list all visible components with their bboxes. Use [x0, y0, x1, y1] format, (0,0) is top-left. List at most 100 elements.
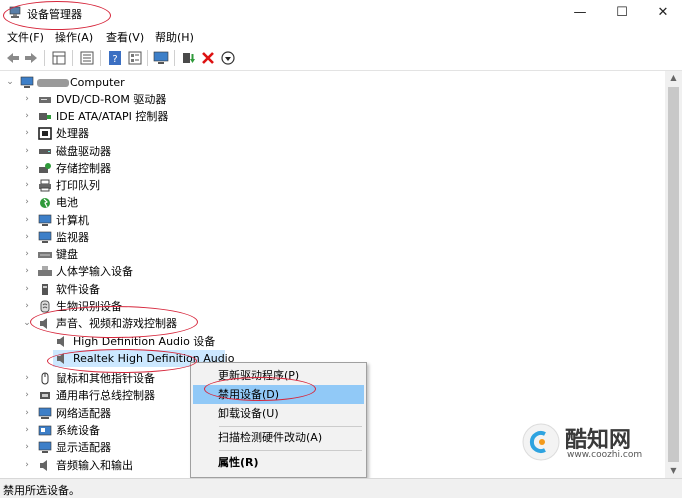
tree-item-software[interactable]: › 软件设备 — [0, 281, 260, 298]
menu-properties[interactable]: 属性(R) — [193, 453, 364, 472]
chevron-right-icon[interactable]: › — [22, 177, 32, 194]
svg-text:?: ? — [112, 54, 117, 65]
back-icon[interactable] — [5, 50, 21, 66]
tree-item-computer[interactable]: › 计算机 — [0, 212, 260, 229]
tree-item-label: 网络适配器 — [56, 407, 111, 420]
scroll-up-icon[interactable]: ▲ — [665, 71, 682, 85]
tree-root-label: Computer — [70, 76, 125, 89]
minimize-button[interactable]: — — [568, 4, 592, 22]
forward-icon[interactable] — [23, 50, 39, 66]
tree-item-label: IDE ATA/ATAPI 控制器 — [56, 110, 169, 123]
tree-item-hid[interactable]: › 人体学输入设备 — [0, 263, 260, 280]
tree-item-label: 磁盘驱动器 — [56, 145, 111, 158]
tree-item-label: 计算机 — [56, 214, 89, 227]
chevron-right-icon[interactable]: › — [22, 263, 32, 280]
uninstall-icon[interactable] — [200, 50, 216, 66]
system-device-icon — [38, 425, 52, 436]
tree-item-label: 音频输入和输出 — [56, 459, 133, 472]
keyboard-icon — [38, 252, 52, 258]
tree-item-storage[interactable]: › 存储控制器 — [0, 160, 260, 177]
menu-action[interactable]: 操作(A) — [55, 29, 93, 45]
status-bar: 禁用所选设备。 — [0, 478, 682, 498]
chevron-right-icon[interactable]: › — [22, 108, 32, 125]
chevron-down-icon[interactable]: ⌄ — [5, 74, 15, 91]
menu-view[interactable]: 查看(V) — [106, 29, 144, 45]
annotation-ellipse-sound — [30, 306, 198, 338]
chevron-right-icon[interactable]: › — [22, 298, 32, 315]
tree-item-dvd[interactable]: › DVD/CD-ROM 驱动器 — [0, 91, 260, 108]
properties-grid-icon[interactable] — [51, 50, 67, 66]
close-button[interactable]: ✕ — [651, 4, 675, 22]
display-adapter-icon — [38, 441, 52, 453]
tree-item-label: 电池 — [56, 196, 78, 209]
menu-help[interactable]: 帮助(H) — [155, 29, 194, 45]
chevron-right-icon[interactable]: › — [22, 160, 32, 177]
mouse-icon — [41, 372, 49, 385]
printer-icon — [39, 179, 51, 192]
chevron-right-icon[interactable]: › — [22, 405, 32, 422]
chevron-right-icon[interactable]: › — [22, 194, 32, 211]
tree-item-battery[interactable]: › 电池 — [0, 194, 260, 211]
tree-item-label: 打印队列 — [56, 179, 100, 192]
chevron-right-icon[interactable]: › — [22, 229, 32, 246]
tree-item-label: 人体学输入设备 — [56, 265, 133, 278]
chevron-right-icon[interactable]: › — [22, 422, 32, 439]
computer-icon — [38, 214, 52, 226]
scroll-down-icon[interactable]: ▼ — [665, 464, 682, 478]
tree-item-label: 键盘 — [56, 248, 78, 261]
tree-item-label: 系统设备 — [56, 424, 100, 437]
monitor-icon — [38, 231, 52, 243]
chevron-right-icon[interactable]: › — [22, 91, 32, 108]
menu-scan-hardware[interactable]: 扫描检测硬件改动(A) — [193, 428, 364, 447]
tree-item-print[interactable]: › 打印队列 — [0, 177, 260, 194]
ide-controller-icon — [39, 113, 51, 120]
software-device-icon — [42, 284, 48, 295]
tree-item-keyboard[interactable]: › 键盘 — [0, 246, 260, 263]
annotation-ellipse-disable — [204, 377, 316, 401]
chevron-right-icon[interactable]: › — [22, 125, 32, 142]
chevron-right-icon[interactable]: › — [22, 281, 32, 298]
annotation-ellipse-realtek — [47, 349, 197, 373]
tree-item-ide[interactable]: › IDE ATA/ATAPI 控制器 — [0, 108, 260, 125]
chevron-right-icon[interactable]: › — [22, 387, 32, 404]
tree-item-disk[interactable]: › 磁盘驱动器 — [0, 143, 260, 160]
menu-item-label: 属性(R) — [218, 456, 259, 469]
chevron-right-icon[interactable]: › — [22, 370, 32, 387]
tree-item-cpu[interactable]: › 处理器 — [0, 125, 260, 142]
computer-icon — [20, 76, 34, 88]
menu-uninstall-device[interactable]: 卸载设备(U) — [193, 404, 364, 423]
tree-root[interactable]: ⌄ Computer — [0, 74, 260, 91]
battery-icon — [40, 198, 50, 208]
tree-item-monitor[interactable]: › 监视器 — [0, 229, 260, 246]
chevron-right-icon[interactable]: › — [22, 212, 32, 229]
tree-item-label: 监视器 — [56, 231, 89, 244]
tree-item-label: 存储控制器 — [56, 162, 111, 175]
speaker-icon — [40, 460, 47, 471]
storage-controller-icon — [39, 163, 51, 173]
update-driver-icon[interactable] — [180, 50, 196, 66]
usb-icon — [40, 392, 50, 399]
help-icon[interactable]: ? — [107, 50, 123, 66]
list-icon[interactable] — [79, 50, 95, 66]
menu-bar: 文件(F) 操作(A) 查看(V) 帮助(H) — [0, 27, 682, 45]
watermark: 酷知网 www.coozhi.com — [515, 418, 670, 466]
network-adapter-icon — [38, 407, 52, 419]
download-icon[interactable] — [220, 50, 236, 66]
maximize-button[interactable]: ☐ — [610, 4, 634, 22]
monitor-icon[interactable] — [153, 50, 169, 66]
coozhi-logo-icon — [522, 423, 560, 461]
processor-icon — [38, 127, 52, 140]
chevron-right-icon[interactable]: › — [22, 439, 32, 456]
chevron-right-icon[interactable]: › — [22, 143, 32, 160]
tree-item-label: 处理器 — [56, 127, 89, 140]
menu-file[interactable]: 文件(F) — [7, 29, 44, 45]
tree-item-label: 显示适配器 — [56, 441, 111, 454]
details-icon[interactable] — [127, 50, 143, 66]
chevron-right-icon[interactable]: › — [22, 246, 32, 263]
scrollbar-thumb[interactable] — [668, 87, 679, 462]
menu-separator — [219, 450, 362, 451]
vertical-scrollbar[interactable]: ▲ ▼ — [665, 71, 682, 478]
chevron-right-icon[interactable]: › — [22, 457, 32, 474]
disk-drive-icon — [39, 149, 51, 154]
tree-item-label: 通用串行总线控制器 — [56, 389, 155, 402]
